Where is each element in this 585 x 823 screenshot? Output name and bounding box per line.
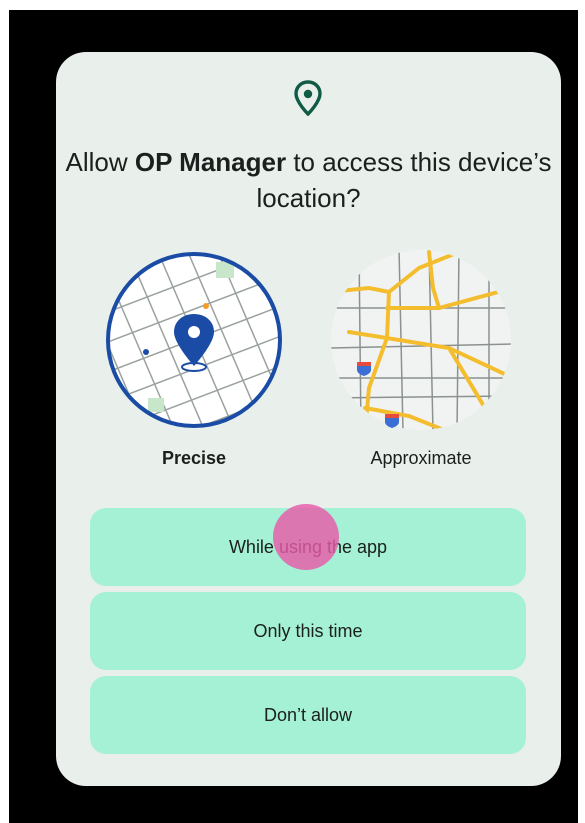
approximate-option[interactable]: Approximate	[329, 248, 513, 468]
location-permission-dialog: Allow OP Manager to access this device’s…	[56, 52, 561, 786]
app-name: OP Manager	[134, 147, 287, 177]
only-this-time-button[interactable]: Only this time	[90, 592, 526, 670]
precise-label: Precise	[161, 448, 227, 468]
precise-option[interactable]: Precise	[102, 248, 286, 468]
location-pin-icon	[294, 80, 322, 116]
approximate-label: Approximate	[370, 448, 472, 468]
approximate-map-icon	[331, 250, 511, 430]
dont-allow-button[interactable]: Don’t allow	[90, 676, 526, 754]
precise-map-icon	[106, 252, 282, 428]
dialog-title: Allow OP Manager to access this device’s…	[65, 147, 552, 213]
touch-indicator	[273, 504, 339, 570]
screen: Allow OP Manager to access this device’s…	[9, 10, 578, 823]
